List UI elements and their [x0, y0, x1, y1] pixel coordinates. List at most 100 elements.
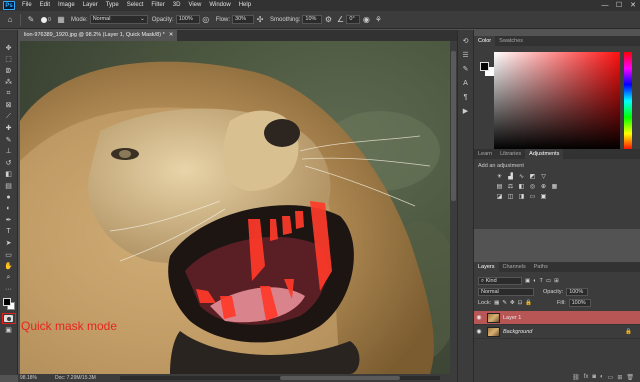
- zoom-level[interactable]: 98.18%: [20, 375, 37, 381]
- filter-shape-icon[interactable]: ▭: [546, 278, 551, 284]
- eraser-tool-icon[interactable]: ◧: [2, 169, 16, 181]
- color-swatches[interactable]: [2, 297, 16, 311]
- menu-filter[interactable]: Filter: [147, 0, 168, 11]
- threshold-icon[interactable]: ◨: [518, 193, 525, 200]
- paragraph-panel-icon[interactable]: ¶: [460, 91, 472, 103]
- color-spectrum[interactable]: [494, 52, 620, 150]
- minimize-button[interactable]: —: [598, 0, 612, 11]
- new-layer-icon[interactable]: ⊞: [617, 374, 622, 381]
- symmetry-icon[interactable]: ⚘: [372, 14, 384, 26]
- trash-icon[interactable]: 🗑: [626, 374, 634, 381]
- hand-tool-icon[interactable]: ✋: [2, 261, 16, 273]
- menu-3d[interactable]: 3D: [169, 0, 185, 11]
- color-balance-icon[interactable]: ⚖: [507, 183, 514, 190]
- brush-tool-icon[interactable]: ✎: [25, 14, 37, 26]
- tab-layers[interactable]: Layers: [474, 262, 499, 272]
- tab-libraries[interactable]: Libraries: [496, 149, 525, 159]
- brightness-icon[interactable]: ☀: [496, 173, 503, 180]
- eye-icon[interactable]: ◉: [474, 328, 484, 335]
- vibrance-icon[interactable]: ▽: [540, 173, 547, 180]
- invert-icon[interactable]: ◪: [496, 193, 503, 200]
- menu-image[interactable]: Image: [54, 0, 79, 11]
- gradient-tool-icon[interactable]: ▤: [2, 180, 16, 192]
- type-tool-icon[interactable]: T: [2, 226, 16, 238]
- close-button[interactable]: ✕: [626, 0, 640, 11]
- blur-tool-icon[interactable]: ●: [2, 192, 16, 204]
- horizontal-scroll-thumb[interactable]: [280, 376, 400, 380]
- screen-mode-icon[interactable]: ▣: [2, 324, 16, 336]
- menu-view[interactable]: View: [184, 0, 205, 11]
- clone-stamp-tool-icon[interactable]: ⊥: [2, 146, 16, 158]
- menu-window[interactable]: Window: [205, 0, 234, 11]
- airbrush-icon[interactable]: ✣: [254, 14, 266, 26]
- foreground-color-swatch[interactable]: [2, 298, 11, 306]
- photo-filter-icon[interactable]: ◎: [529, 183, 536, 190]
- foreground-color-swatch[interactable]: [480, 62, 489, 71]
- curves-icon[interactable]: ∿: [518, 173, 525, 180]
- blend-mode-select[interactable]: Normal: [478, 287, 534, 296]
- brush-tool-icon[interactable]: ✎: [2, 134, 16, 146]
- lock-position-icon[interactable]: ✥: [510, 300, 515, 306]
- brush-settings-panel-icon[interactable]: ✎: [460, 63, 472, 75]
- brush-preset-picker[interactable]: 0: [37, 14, 55, 26]
- properties-panel-icon[interactable]: ☰: [460, 49, 472, 61]
- pressure-opacity-icon[interactable]: ◎: [200, 14, 212, 26]
- crop-tool-icon[interactable]: ⌗: [2, 88, 16, 100]
- path-selection-tool-icon[interactable]: ➤: [2, 238, 16, 250]
- levels-icon[interactable]: ▟: [507, 173, 514, 180]
- magic-wand-tool-icon[interactable]: ⁂: [2, 77, 16, 89]
- hue-saturation-icon[interactable]: ▤: [496, 183, 503, 190]
- menu-type[interactable]: Type: [102, 0, 123, 11]
- tab-learn[interactable]: Learn: [474, 149, 496, 159]
- selective-color-icon[interactable]: ▣: [540, 193, 547, 200]
- lock-all-icon[interactable]: 🔒: [525, 300, 532, 306]
- opacity-field[interactable]: 100%: [175, 15, 200, 24]
- lock-transparent-icon[interactable]: ▦: [494, 300, 499, 306]
- new-group-icon[interactable]: ▭: [608, 374, 614, 381]
- hue-slider[interactable]: [624, 52, 632, 150]
- tab-color[interactable]: Color: [474, 36, 496, 46]
- history-brush-tool-icon[interactable]: ↺: [2, 157, 16, 169]
- history-panel-icon[interactable]: ⟲: [460, 35, 472, 47]
- gradient-map-icon[interactable]: ▭: [529, 193, 536, 200]
- move-tool-icon[interactable]: ✥: [2, 42, 16, 54]
- menu-edit[interactable]: Edit: [36, 0, 54, 11]
- vertical-scrollbar[interactable]: [450, 41, 457, 374]
- tab-swatches[interactable]: Swatches: [495, 36, 527, 46]
- angle-field[interactable]: 0°: [346, 15, 361, 24]
- menu-file[interactable]: File: [18, 0, 36, 11]
- black-white-icon[interactable]: ◧: [518, 183, 525, 190]
- angle-icon[interactable]: ∠: [334, 14, 346, 26]
- home-icon[interactable]: ⌂: [4, 14, 16, 26]
- brush-settings-icon[interactable]: ▦: [55, 14, 67, 26]
- close-tab-icon[interactable]: ✕: [169, 30, 174, 41]
- tab-paths[interactable]: Paths: [530, 262, 552, 272]
- layer-opacity-field[interactable]: 100%: [566, 287, 589, 296]
- filter-smart-icon[interactable]: ⊞: [554, 278, 559, 284]
- menu-help[interactable]: Help: [235, 0, 255, 11]
- filter-type-icon[interactable]: T: [540, 278, 543, 284]
- pen-tool-icon[interactable]: ✒: [2, 215, 16, 227]
- filter-pixel-icon[interactable]: ▣: [525, 278, 530, 284]
- layer-row-background[interactable]: ◉ Background 🔒: [474, 325, 640, 339]
- channel-mixer-icon[interactable]: ⊕: [540, 183, 547, 190]
- fill-field[interactable]: 100%: [568, 298, 591, 307]
- lock-image-icon[interactable]: ✎: [502, 300, 507, 306]
- actions-panel-icon[interactable]: ▶: [460, 105, 472, 117]
- horizontal-scrollbar[interactable]: [120, 376, 440, 380]
- eye-icon[interactable]: ◉: [474, 314, 484, 321]
- tab-adjustments[interactable]: Adjustments: [525, 149, 564, 159]
- maximize-button[interactable]: ☐: [612, 0, 626, 11]
- filter-adjustment-icon[interactable]: ◐: [533, 278, 536, 284]
- frame-tool-icon[interactable]: ⊠: [2, 100, 16, 112]
- mode-select[interactable]: Normal ⌄: [89, 15, 148, 24]
- document-tab[interactable]: lion-976389_1920.jpg @ 98.2% (Layer 1, Q…: [20, 30, 178, 41]
- eyedropper-tool-icon[interactable]: ⟋: [2, 111, 16, 123]
- add-mask-icon[interactable]: ◙: [592, 374, 596, 380]
- lock-artboard-icon[interactable]: ⊡: [518, 300, 523, 306]
- smoothing-field[interactable]: 10%: [302, 15, 323, 24]
- menu-select[interactable]: Select: [123, 0, 148, 11]
- character-panel-icon[interactable]: A: [460, 77, 472, 89]
- rectangle-tool-icon[interactable]: ▭: [2, 249, 16, 261]
- layer-row-layer-1[interactable]: ◉ Layer 1: [474, 311, 640, 325]
